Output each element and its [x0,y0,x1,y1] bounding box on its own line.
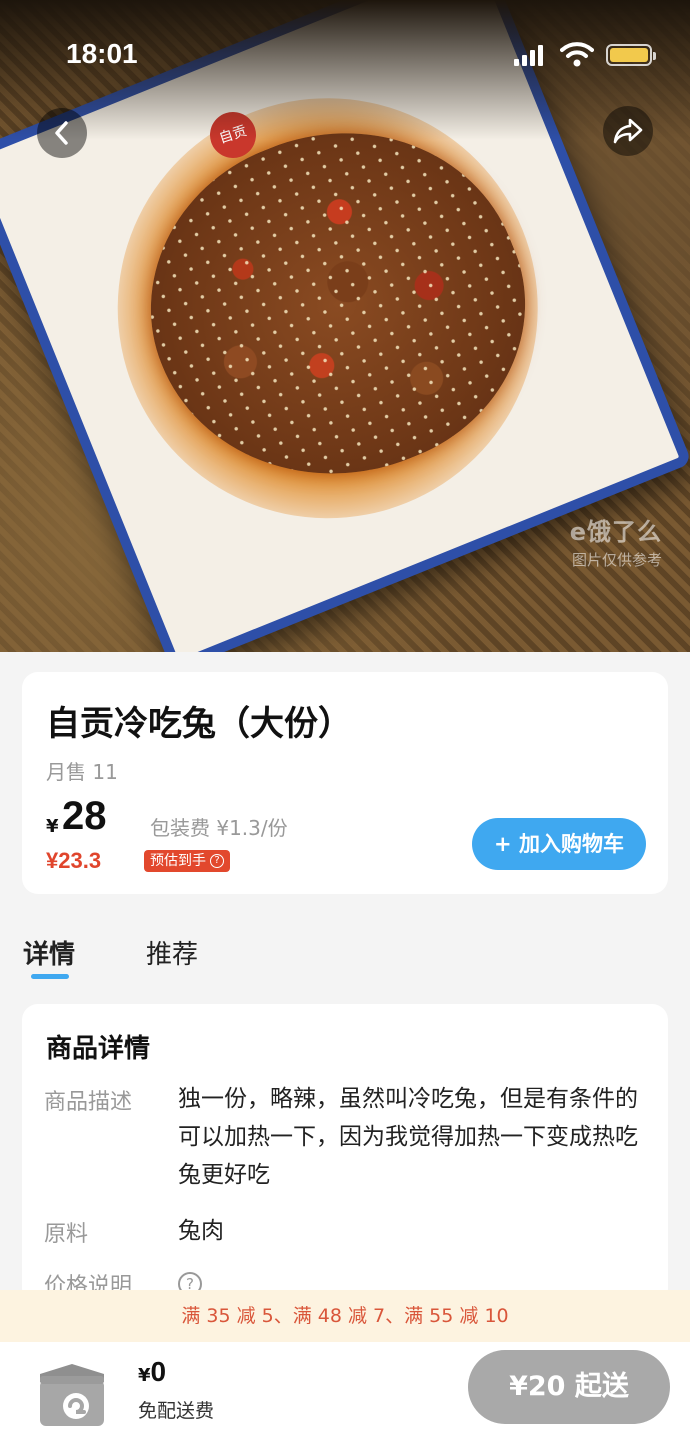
promo-strip: 满 35 减 5、满 48 减 7、满 55 减 10 [0,1290,690,1342]
share-button[interactable] [603,106,653,156]
min-order-button[interactable]: ¥20 起送 [468,1350,670,1424]
add-to-cart-button[interactable]: + 加入购物车 [472,818,646,870]
cart-total-value: 0 [150,1356,167,1387]
signal-icon [514,44,544,66]
product-name: 自贡冷吃兔（大份） [46,704,352,744]
cart-total: ¥0 [138,1356,166,1388]
packing-fee: 包装费 ¥1.3/份 [150,816,288,840]
battery-icon [606,44,656,66]
help-icon: ? [210,854,224,868]
delivery-fee: 免配送费 [138,1400,215,1422]
tab-details[interactable]: 详情 [23,934,75,971]
share-arrow-icon [613,118,643,144]
monthly-sales: 月售 11 [46,760,118,784]
status-time: 18:01 [66,38,138,69]
details-card: 商品详情 商品描述 独一份，略辣，虽然叫冷吃兔，但是有条件的可以加热一下，因为我… [22,1004,668,1304]
active-tab-indicator [31,974,69,979]
cart-box-icon[interactable] [34,1352,110,1432]
estimated-price: ¥23.3 [46,848,102,873]
chevron-left-icon [55,121,68,145]
estimated-label: 预估到手 [150,853,206,869]
status-bar: 18:01 [0,0,690,110]
wifi-icon [560,42,594,67]
tab-recommend[interactable]: 推荐 [146,934,198,971]
currency-symbol: ¥ [46,816,59,837]
watermark-note: 图片仅供参考 [571,551,662,569]
ingredients-value: 兔肉 [178,1218,224,1244]
cart-currency: ¥ [138,1365,151,1386]
description-label: 商品描述 [44,1090,133,1115]
watermark-logo: e饿了么 [569,518,662,546]
cart-bar: ¥0 免配送费 ¥20 起送 [0,1342,690,1449]
product-card: 自贡冷吃兔（大份） 月售 11 ¥ 28 包装费 ¥1.3/份 ¥23.3 预估… [22,672,668,894]
description-value: 独一份，略辣，虽然叫冷吃兔，但是有条件的可以加热一下，因为我觉得加热一下变成热吃… [178,1086,638,1188]
watermark: e饿了么 图片仅供参考 [570,512,662,570]
estimated-badge[interactable]: 预估到手 ? [144,850,230,872]
product-price: 28 [62,794,107,838]
details-title: 商品详情 [46,1034,151,1064]
ingredients-label: 原料 [44,1222,89,1247]
back-button[interactable] [37,108,87,158]
